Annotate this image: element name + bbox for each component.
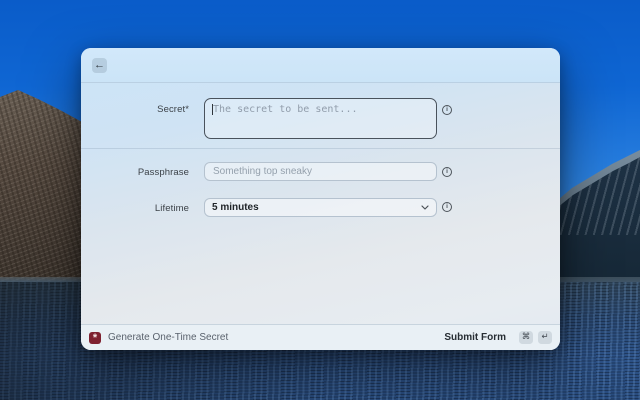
onetimesecret-app-icon: *: [89, 332, 101, 344]
back-button[interactable]: ←: [92, 58, 107, 73]
window-footer: * Generate One-Time Secret Submit Form ⌘…: [81, 324, 560, 350]
submit-form-button[interactable]: Submit Form: [444, 332, 506, 343]
desktop: ← Secret* i Passphrase i Lifetime 5 minu…: [0, 0, 640, 400]
info-icon[interactable]: i: [442, 202, 452, 212]
lifetime-selected-value: 5 minutes: [212, 202, 259, 213]
secret-field-wrap: [204, 98, 437, 139]
back-arrow-icon: ←: [94, 60, 105, 71]
lifetime-field-label: Lifetime: [81, 203, 189, 214]
secret-field-label: Secret*: [81, 104, 189, 115]
info-icon[interactable]: i: [442, 167, 452, 177]
passphrase-field-label: Passphrase: [81, 167, 189, 178]
return-key-icon: ↵: [538, 331, 552, 344]
command-key-icon: ⌘: [519, 331, 533, 344]
section-divider: [81, 148, 560, 149]
secret-textarea[interactable]: [204, 98, 437, 139]
chevron-down-icon: [421, 205, 429, 210]
info-icon[interactable]: i: [442, 105, 452, 115]
window-header: ←: [81, 48, 560, 83]
passphrase-input[interactable]: [204, 162, 437, 181]
command-title: Generate One-Time Secret: [108, 332, 228, 343]
lifetime-dropdown[interactable]: 5 minutes: [204, 198, 437, 217]
text-cursor: [212, 104, 213, 115]
raycast-form-window: ← Secret* i Passphrase i Lifetime 5 minu…: [81, 48, 560, 350]
